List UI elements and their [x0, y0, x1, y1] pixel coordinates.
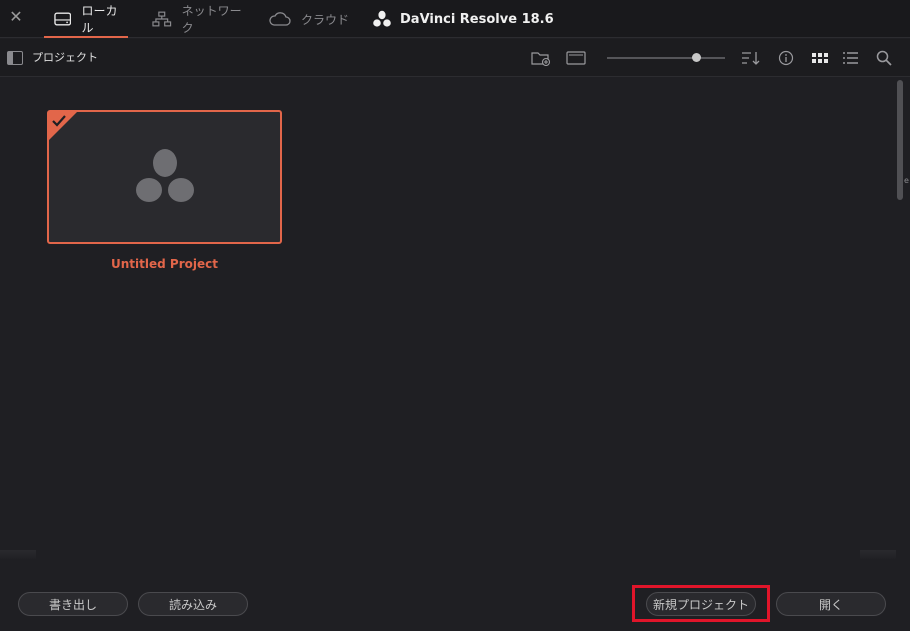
scrollbar[interactable]: [896, 78, 904, 563]
close-icon[interactable]: ✕: [8, 8, 24, 26]
folder-icon[interactable]: [566, 49, 586, 67]
top-tab-bar: ✕ ローカル ネットワーク クラウド DaVinci Resolve 18.6: [0, 0, 910, 38]
new-folder-icon[interactable]: [531, 49, 551, 67]
thumbnail-zoom-slider[interactable]: [607, 52, 725, 64]
drive-icon: [54, 12, 72, 26]
network-icon: [152, 11, 172, 27]
info-icon[interactable]: [776, 49, 796, 67]
divider: [0, 550, 36, 560]
slider-track: [607, 57, 725, 59]
tab-local[interactable]: ローカル: [44, 0, 128, 38]
tab-cloud[interactable]: クラウド: [269, 0, 349, 38]
edge-mark: e: [904, 176, 909, 185]
search-icon[interactable]: [874, 49, 894, 67]
sidebar-toggle-icon[interactable]: [7, 51, 23, 65]
export-button[interactable]: 書き出し: [18, 592, 128, 616]
tab-network-label: ネットワーク: [181, 4, 242, 35]
app-title-text: DaVinci Resolve 18.6: [400, 11, 554, 27]
toolbar-title: プロジェクト: [32, 51, 98, 64]
new-project-button[interactable]: 新規プロジェクト: [646, 592, 756, 616]
list-view-icon[interactable]: [841, 49, 861, 67]
divider: [860, 550, 896, 560]
tab-cloud-label: クラウド: [301, 12, 350, 27]
import-button[interactable]: 読み込み: [138, 592, 248, 616]
slider-thumb[interactable]: [692, 53, 701, 62]
app-title: DaVinci Resolve 18.6: [372, 0, 554, 38]
selected-check-icon: [49, 112, 77, 140]
davinci-logo-icon: [373, 10, 391, 27]
bottom-action-bar: 書き出し 読み込み 新規プロジェクト 開く: [0, 563, 910, 631]
tab-local-label: ローカル: [81, 4, 118, 35]
open-button[interactable]: 開く: [776, 592, 886, 616]
tab-network[interactable]: ネットワーク: [152, 0, 252, 38]
project-browser: Untitled Project: [0, 78, 910, 563]
scroll-thumb[interactable]: [897, 80, 903, 200]
grid-view-icon[interactable]: [810, 49, 830, 67]
project-name[interactable]: Untitled Project: [47, 257, 282, 271]
sort-icon[interactable]: [741, 49, 761, 67]
project-toolbar: プロジェクト: [0, 39, 910, 77]
project-card[interactable]: [47, 110, 282, 244]
cloud-icon: [269, 12, 291, 26]
davinci-logo-icon: [136, 149, 194, 202]
